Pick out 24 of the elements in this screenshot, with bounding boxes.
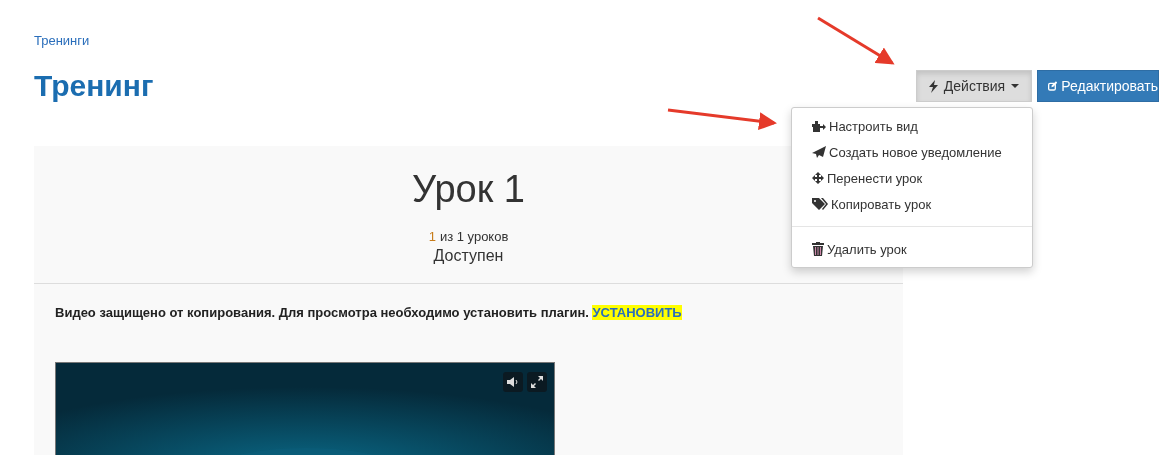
lesson-title: Урок 1	[412, 168, 525, 211]
lesson-count: из 1 уроков	[439, 229, 509, 244]
tags-icon	[812, 198, 828, 210]
actions-button[interactable]: Действия	[916, 70, 1032, 102]
move-icon	[812, 172, 824, 184]
paper-plane-icon	[812, 146, 826, 158]
volume-icon[interactable]	[503, 372, 523, 392]
menu-item[interactable]: Копировать урок	[792, 191, 1032, 217]
edit-icon	[1048, 79, 1058, 93]
menu-item[interactable]: Создать новое уведомление	[792, 139, 1032, 165]
menu-item[interactable]: Настроить вид	[792, 113, 1032, 139]
edit-button[interactable]: Редактировать	[1037, 70, 1159, 102]
page-title: Тренинг	[34, 69, 154, 103]
fullscreen-icon[interactable]	[527, 372, 547, 392]
puzzle-icon	[812, 120, 826, 132]
lesson-status: Доступен	[433, 247, 504, 265]
breadcrumb-link[interactable]: Тренинги	[34, 33, 90, 48]
install-link[interactable]: УСТАНОВИТЬ	[592, 305, 682, 320]
menu-item[interactable]: Удалить урок	[792, 236, 1032, 262]
lightning-icon	[928, 79, 938, 93]
menu-item[interactable]: Перенести урок	[792, 165, 1032, 191]
lesson-number: 1	[428, 229, 436, 244]
trash-icon	[812, 242, 824, 256]
notice-text: Видео защищено от копирования. Для просмотра необходимо установить плагин. УСТАНОВИТЬ	[54, 304, 683, 320]
